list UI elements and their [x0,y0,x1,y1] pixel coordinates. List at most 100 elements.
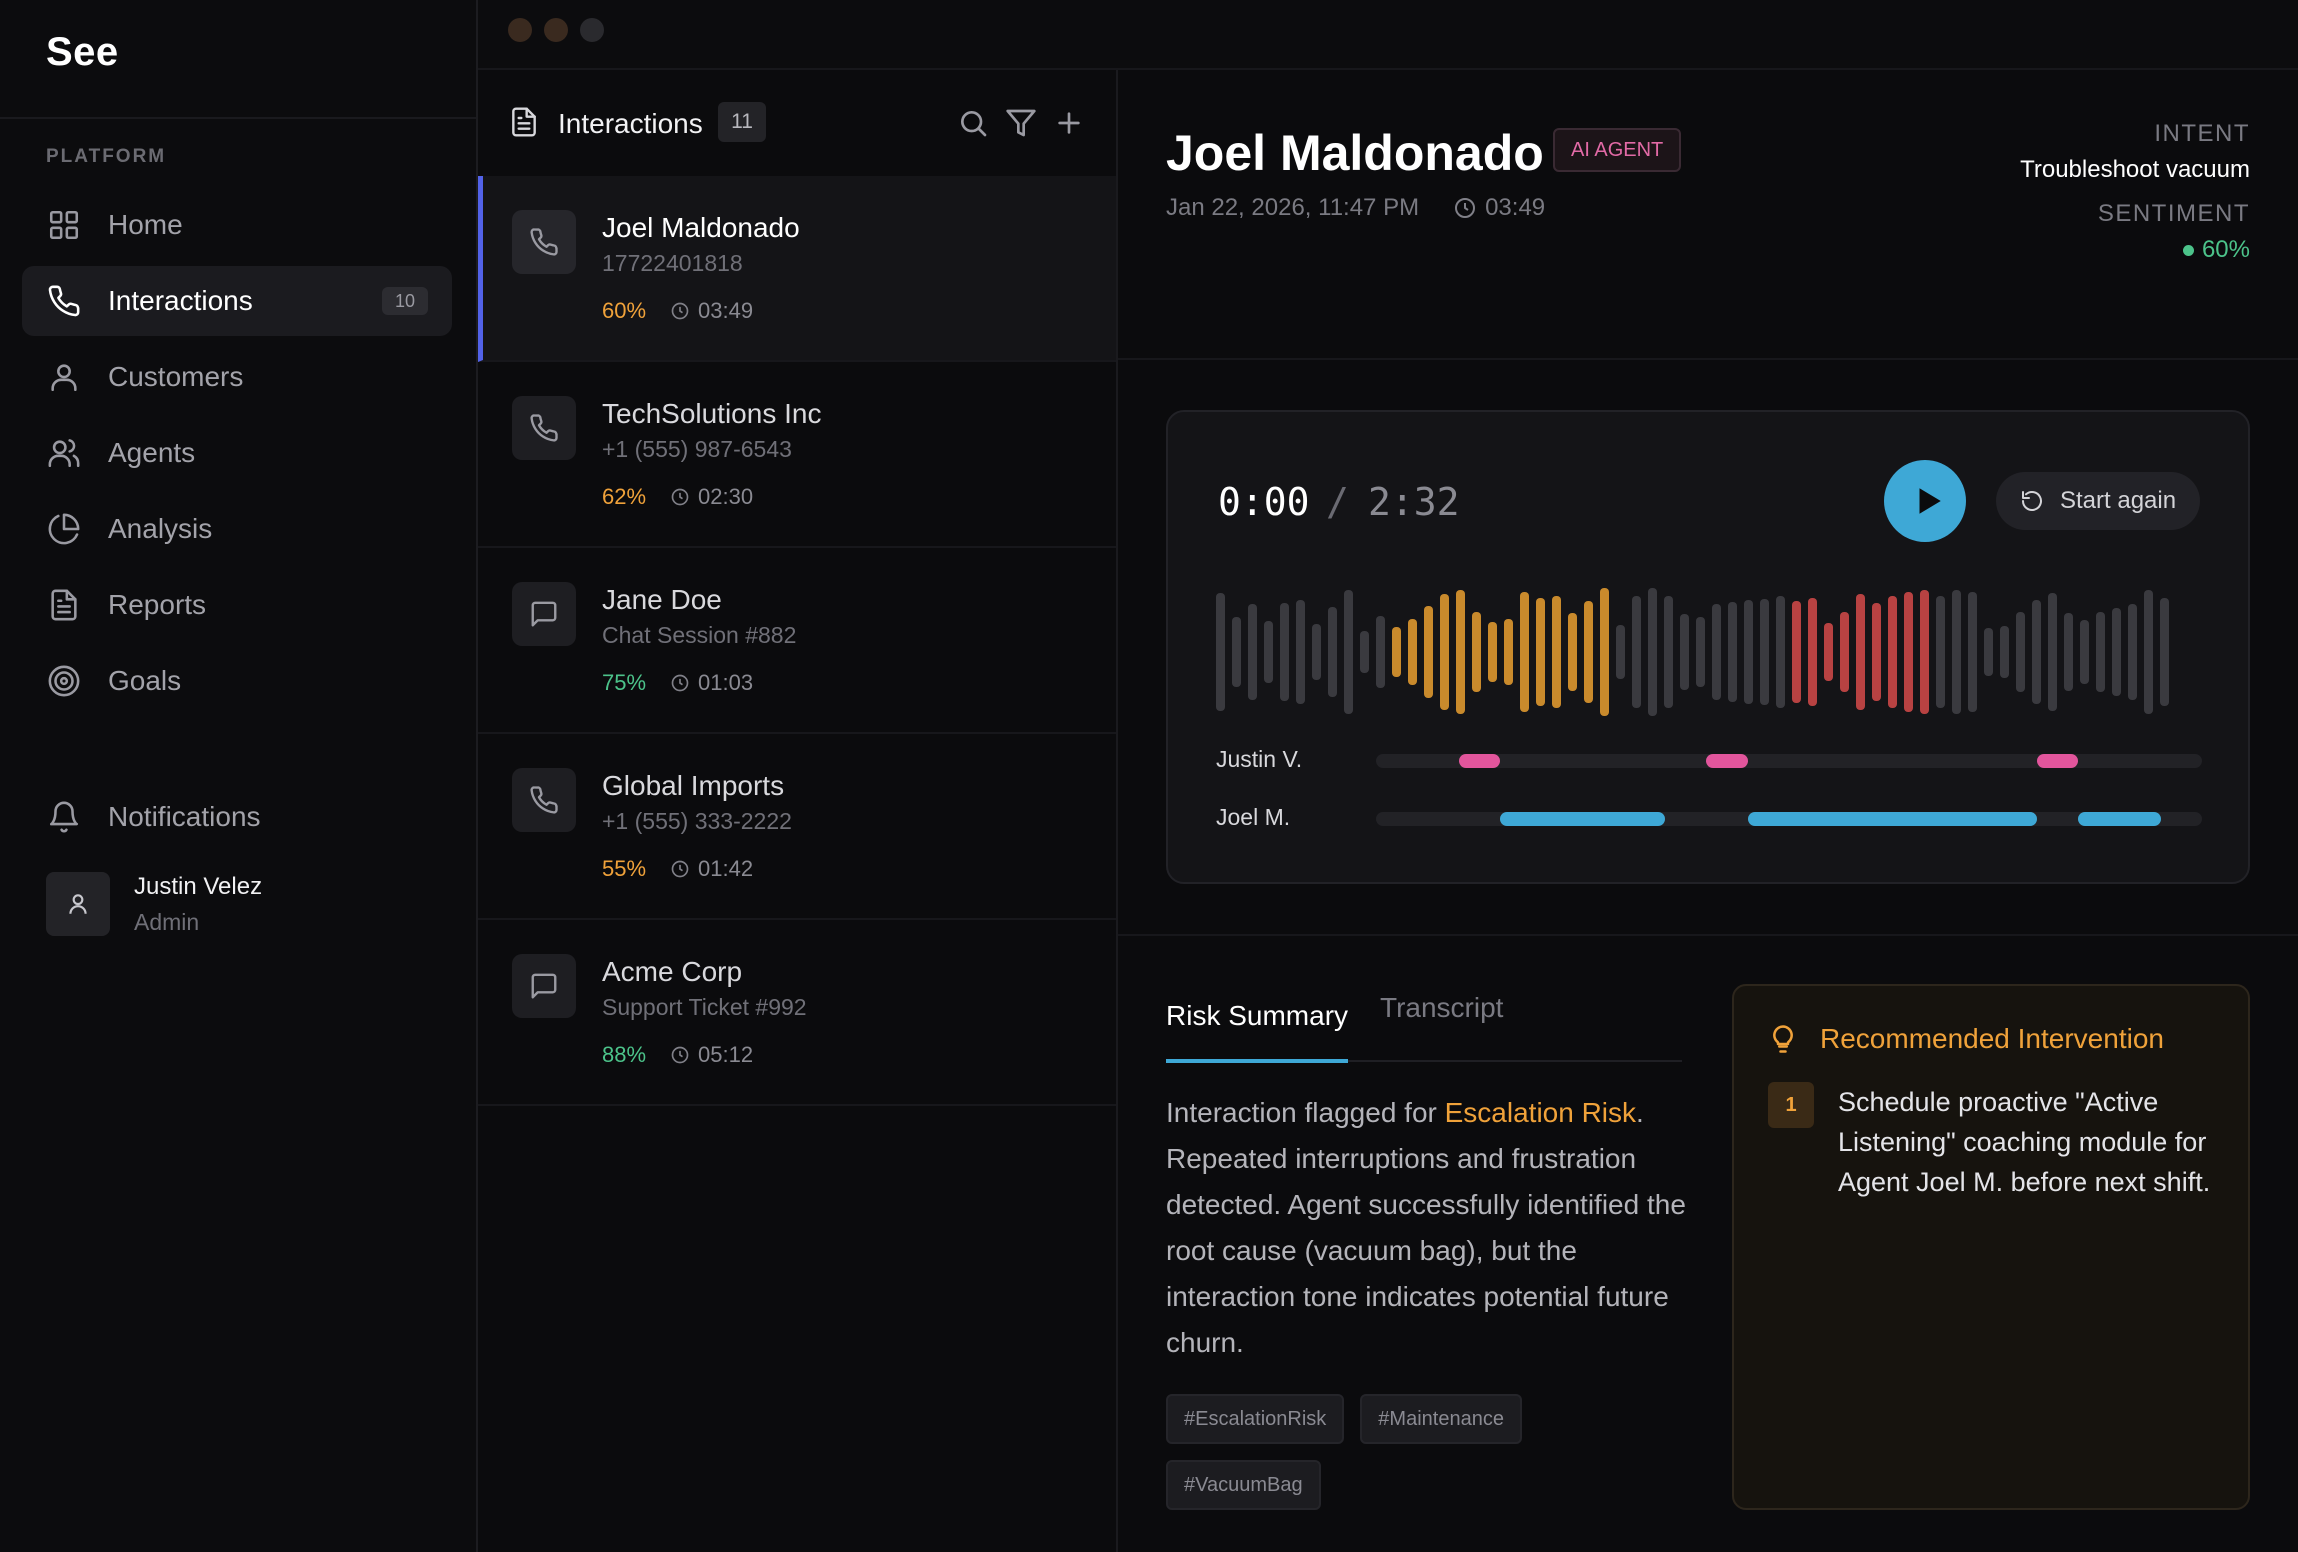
sidebar-item-notifications[interactable]: Notifications [22,782,452,852]
waveform-bar [1792,601,1801,703]
window-minimize-button[interactable] [544,18,568,42]
sentiment-label: SENTIMENT [2097,200,2250,227]
sidebar-item-label: Reports [108,589,207,620]
filter-icon [1006,109,1036,137]
tag-chip[interactable]: #VacuumBag [1166,1460,1321,1510]
window-maximize-button[interactable] [580,18,604,42]
speech-segment[interactable] [2036,754,2079,768]
waveform-bar [1936,596,1945,708]
interaction-row[interactable]: TechSolutions Inc +1 (555) 987-6543 62% 02:… [478,362,1116,548]
speech-segment[interactable] [1706,754,1748,768]
speech-segment[interactable] [2078,812,2161,826]
sidebar-item-label: Interactions [108,285,253,316]
speech-segment[interactable] [1499,812,1666,826]
tab-risk-summary[interactable]: Risk Summary [1166,1000,1348,1032]
interaction-row[interactable]: Jane Doe Chat Session #882 75% 01:03 [478,548,1116,734]
sentiment-percent: 60% [602,298,647,323]
speaker-timeline[interactable] [1376,754,2202,768]
waveform-bar [1568,613,1577,691]
start-again-button[interactable]: Start again [1996,472,2201,530]
waveform-bar [1216,593,1225,711]
row-duration: 02:30 [698,484,754,509]
sentiment-percent: 55% [602,856,647,881]
sidebar-item-customers[interactable]: Customers [22,342,452,412]
list-count-badge: 11 [718,102,766,142]
waveform-bar [1840,612,1849,692]
speaker-timeline[interactable] [1376,812,2202,826]
sidebar-item-home[interactable]: Home [22,190,452,260]
track-label: Joel M. [1216,804,1291,830]
waveform-bar [1664,596,1673,708]
restart-icon [2022,491,2042,511]
row-meta: 55% 01:42 [602,856,753,882]
row-name: Joel Maldonado [602,212,800,243]
interactions-count-badge: 10 [382,287,428,315]
speaker-track-joel: Joel M. [1216,804,2206,834]
row-subtitle: 17722401818 [602,250,743,276]
waveform-bar [1504,619,1513,685]
speech-segment[interactable] [1747,812,2037,826]
filter-button[interactable] [1002,104,1040,142]
sidebar-item-label: Home [108,209,183,240]
sidebar-item-goals[interactable]: Goals [22,646,452,716]
tab-transcript[interactable]: Transcript [1380,992,1503,1024]
window-titlebar [478,0,2298,70]
waveform-bar [1472,612,1481,692]
app-logo[interactable]: See [46,30,119,75]
sidebar-item-reports[interactable]: Reports [22,570,452,640]
user-profile[interactable]: Justin Velez Admin [46,872,262,936]
analysis-section: Risk Summary Transcript Interaction flag… [1118,934,2298,1552]
sidebar-item-agents[interactable]: Agents [22,418,452,488]
add-button[interactable] [1050,104,1088,142]
waveform-bar [1984,628,1993,676]
waveform-bar [1632,596,1641,708]
waveform-bar [1328,607,1337,697]
summary-suffix: . Repeated interruptions and frustration… [1166,1097,1686,1358]
phone-icon [512,768,576,832]
current-time: 0:00 [1218,480,1310,524]
tag-chip[interactable]: #Maintenance [1360,1394,1522,1444]
search-button[interactable] [954,104,992,142]
chat-icon [512,582,576,646]
window-close-button[interactable] [508,18,532,42]
row-duration: 03:49 [698,298,754,323]
interaction-row[interactable]: Global Imports +1 (555) 333-2222 55% 01:42 [478,734,1116,920]
waveform-bar [1552,596,1561,708]
target-icon [46,663,82,699]
waveform-bar [1952,590,1961,714]
speech-segment[interactable] [1458,754,1500,768]
sentiment-percent: 60% [2201,236,2250,263]
audio-waveform[interactable] [1216,588,2176,716]
intent-label: INTENT [2154,120,2250,147]
waveform-bar [2128,604,2137,700]
app-root: See PLATFORM Home Interactions 10 Custom… [0,0,2298,1552]
play-icon [1919,488,1941,514]
clock-icon [670,301,698,321]
interaction-row[interactable]: Joel Maldonado 17722401818 60% 03:49 [478,176,1116,362]
recommendation-text: Schedule proactive "Active Listening" co… [1838,1087,2211,1197]
intent-value: Troubleshoot vacuum [2020,156,2250,183]
sidebar-item-analysis[interactable]: Analysis [22,494,452,564]
pie-chart-icon [46,511,82,547]
document-icon [508,104,540,145]
user-icon [69,894,87,914]
sidebar-item-label: Analysis [108,513,213,544]
list-title: Interactions [558,108,703,139]
speaker-track-justin: Justin V. [1216,746,2206,776]
waveform-bar [2080,620,2089,684]
user-icon [46,359,82,395]
waveform-bar [1680,614,1689,690]
sidebar-item-interactions[interactable]: Interactions 10 [22,266,452,336]
row-meta: 75% 01:03 [602,670,753,696]
waveform-bar [2000,626,2009,678]
play-button[interactable] [1884,460,1966,542]
waveform-bar [2016,612,2025,692]
phone-icon [512,210,576,274]
sidebar-divider [0,117,476,119]
tag-chip[interactable]: #EscalationRisk [1166,1394,1345,1444]
waveform-bar [1616,625,1625,679]
interaction-row[interactable]: Acme Corp Support Ticket #992 88% 05:12 [478,920,1116,1106]
sidebar-item-label: Customers [108,361,244,392]
waveform-bar [1456,590,1465,714]
waveform-bar [1600,588,1609,716]
